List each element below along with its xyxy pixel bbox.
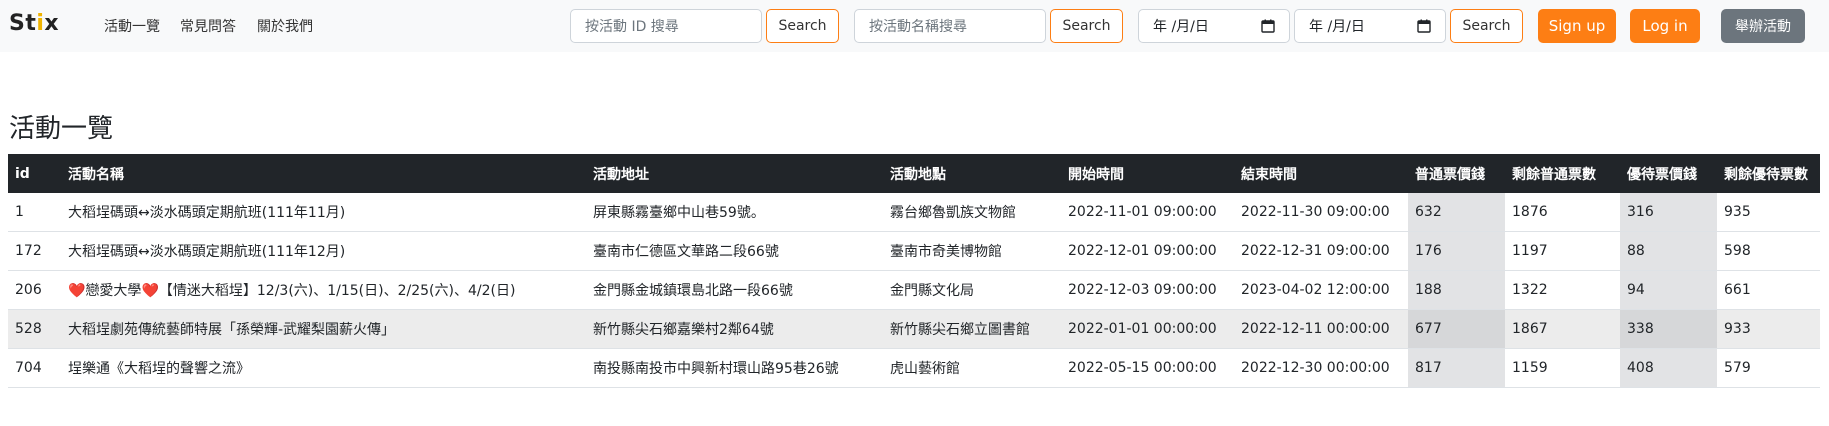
log-in-button[interactable]: Log in xyxy=(1630,9,1700,43)
cell-end: 2022-12-31 09:00:00 xyxy=(1234,231,1408,271)
cell-remaining: 1876 xyxy=(1505,193,1620,232)
table-row[interactable]: 704 埕樂通《大稻埕的聲響之流》 南投縣南投市中興新村環山路95巷26號 虎山… xyxy=(8,348,1820,388)
table-row[interactable]: 206 ❤️戀愛大學❤️【情迷大稻埕】12/3(六)、1/15(日)、2/25(… xyxy=(8,270,1820,310)
cell-remaining: 1197 xyxy=(1505,231,1620,271)
search-date-button[interactable]: Search xyxy=(1450,9,1523,43)
cell-remaining: 1159 xyxy=(1505,348,1620,388)
cell-name: 大稻埕劇苑傳統藝師特展「孫榮輝-武耀梨園薪火傳」 xyxy=(61,309,586,349)
cell-discount-remaining: 933 xyxy=(1717,309,1820,349)
cell-name: 埕樂通《大稻埕的聲響之流》 xyxy=(61,348,586,388)
calendar-icon[interactable] xyxy=(1261,19,1275,33)
cell-venue: 霧台鄉魯凱族文物館 xyxy=(883,193,1061,232)
header-address: 活動地址 xyxy=(586,154,883,193)
heart-icon: ❤️ xyxy=(141,283,159,299)
cell-discount-price: 408 xyxy=(1620,348,1717,388)
header-discount-price: 優待票價錢 xyxy=(1620,154,1717,193)
cell-name-rest: 【情迷大稻埕】12/3(六)、1/15(日)、2/25(六)、4/2(日) xyxy=(158,283,516,299)
page-title: 活動一覽 xyxy=(9,114,114,144)
header-name: 活動名稱 xyxy=(61,154,586,193)
cell-address: 南投縣南投市中興新村環山路95巷26號 xyxy=(586,348,883,388)
brand-logo[interactable]: Stix xyxy=(9,11,59,36)
cell-end: 2023-04-02 12:00:00 xyxy=(1234,270,1408,310)
cell-address: 屏東縣霧臺鄉中山巷59號。 xyxy=(586,193,883,232)
cell-price: 632 xyxy=(1408,193,1505,232)
brand-logo-prefix: St xyxy=(9,11,37,36)
cell-end: 2022-12-11 00:00:00 xyxy=(1234,309,1408,349)
calendar-icon[interactable] xyxy=(1417,19,1431,33)
cell-discount-remaining: 579 xyxy=(1717,348,1820,388)
search-id-placeholder: 按活動 ID 搜尋 xyxy=(585,19,679,35)
heart-icon: ❤️ xyxy=(68,283,86,299)
cell-discount-remaining: 661 xyxy=(1717,270,1820,310)
sign-up-button[interactable]: Sign up xyxy=(1538,9,1616,43)
table-header-row: id 活動名稱 活動地址 活動地點 開始時間 結束時間 普通票價錢 剩餘普通票數… xyxy=(8,154,1820,193)
header-id: id xyxy=(8,154,61,193)
header-end-time: 結束時間 xyxy=(1234,154,1408,193)
search-name-placeholder: 按活動名稱搜尋 xyxy=(869,19,967,35)
cell-discount-price: 94 xyxy=(1620,270,1717,310)
cell-venue: 金門縣文化局 xyxy=(883,270,1061,310)
cell-start: 2022-01-01 00:00:00 xyxy=(1061,309,1234,349)
cell-price: 188 xyxy=(1408,270,1505,310)
cell-start: 2022-05-15 00:00:00 xyxy=(1061,348,1234,388)
date-start-input[interactable]: 年 /月/日 xyxy=(1138,9,1290,43)
cell-address: 臺南市仁德區文華路二段66號 xyxy=(586,231,883,271)
cell-start: 2022-12-03 09:00:00 xyxy=(1061,270,1234,310)
date-end-input[interactable]: 年 /月/日 xyxy=(1294,9,1446,43)
navbar: Stix 活動一覽 常見問答 關於我們 按活動 ID 搜尋 Search 按活動… xyxy=(0,0,1829,52)
cell-remaining: 1322 xyxy=(1505,270,1620,310)
header-remaining: 剩餘普通票數 xyxy=(1505,154,1620,193)
header-discount-remaining: 剩餘優待票數 xyxy=(1717,154,1820,193)
cell-name: 大稻埕碼頭↔淡水碼頭定期航班(111年12月) xyxy=(61,231,586,271)
header-venue: 活動地點 xyxy=(883,154,1061,193)
header-price: 普通票價錢 xyxy=(1408,154,1505,193)
cell-end: 2022-12-30 00:00:00 xyxy=(1234,348,1408,388)
table-row[interactable]: 528 大稻埕劇苑傳統藝師特展「孫榮輝-武耀梨園薪火傳」 新竹縣尖石鄉嘉樂村2鄰… xyxy=(8,309,1820,349)
search-name-input[interactable]: 按活動名稱搜尋 xyxy=(854,9,1046,43)
cell-name: 大稻埕碼頭↔淡水碼頭定期航班(111年11月) xyxy=(61,193,586,232)
cell-venue: 虎山藝術館 xyxy=(883,348,1061,388)
cell-discount-price: 316 xyxy=(1620,193,1717,232)
cell-id: 172 xyxy=(8,231,61,271)
events-table: id 活動名稱 活動地址 活動地點 開始時間 結束時間 普通票價錢 剩餘普通票數… xyxy=(8,154,1820,388)
cell-discount-price: 338 xyxy=(1620,309,1717,349)
cell-id: 1 xyxy=(8,193,61,232)
nav-link-faq[interactable]: 常見問答 xyxy=(180,16,236,36)
cell-id: 704 xyxy=(8,348,61,388)
cell-price: 817 xyxy=(1408,348,1505,388)
cell-id: 528 xyxy=(8,309,61,349)
cell-end: 2022-11-30 09:00:00 xyxy=(1234,193,1408,232)
nav-link-events[interactable]: 活動一覽 xyxy=(104,16,160,36)
cell-price: 677 xyxy=(1408,309,1505,349)
cell-price: 176 xyxy=(1408,231,1505,271)
search-id-button[interactable]: Search xyxy=(766,9,839,43)
cell-name: ❤️戀愛大學❤️【情迷大稻埕】12/3(六)、1/15(日)、2/25(六)、4… xyxy=(61,270,586,310)
cell-remaining: 1867 xyxy=(1505,309,1620,349)
cell-start: 2022-11-01 09:00:00 xyxy=(1061,193,1234,232)
host-event-button[interactable]: 舉辦活動 xyxy=(1721,9,1805,43)
search-name-button[interactable]: Search xyxy=(1050,9,1123,43)
cell-discount-price: 88 xyxy=(1620,231,1717,271)
brand-logo-suffix: x xyxy=(44,11,60,36)
cell-start: 2022-12-01 09:00:00 xyxy=(1061,231,1234,271)
cell-discount-remaining: 935 xyxy=(1717,193,1820,232)
cell-venue: 新竹縣尖石鄉立圖書館 xyxy=(883,309,1061,349)
cell-name-text: 戀愛大學 xyxy=(85,283,142,299)
cell-discount-remaining: 598 xyxy=(1717,231,1820,271)
cell-address: 金門縣金城鎮環島北路一段66號 xyxy=(586,270,883,310)
nav-link-about[interactable]: 關於我們 xyxy=(257,16,313,36)
header-start-time: 開始時間 xyxy=(1061,154,1234,193)
table-row[interactable]: 1 大稻埕碼頭↔淡水碼頭定期航班(111年11月) 屏東縣霧臺鄉中山巷59號。 … xyxy=(8,193,1820,232)
table-row[interactable]: 172 大稻埕碼頭↔淡水碼頭定期航班(111年12月) 臺南市仁德區文華路二段6… xyxy=(8,231,1820,271)
cell-id: 206 xyxy=(8,270,61,310)
cell-address: 新竹縣尖石鄉嘉樂村2鄰64號 xyxy=(586,309,883,349)
search-id-input[interactable]: 按活動 ID 搜尋 xyxy=(570,9,762,43)
cell-venue: 臺南市奇美博物館 xyxy=(883,231,1061,271)
date-start-value: 年 /月/日 xyxy=(1153,19,1209,35)
date-end-value: 年 /月/日 xyxy=(1309,19,1365,35)
